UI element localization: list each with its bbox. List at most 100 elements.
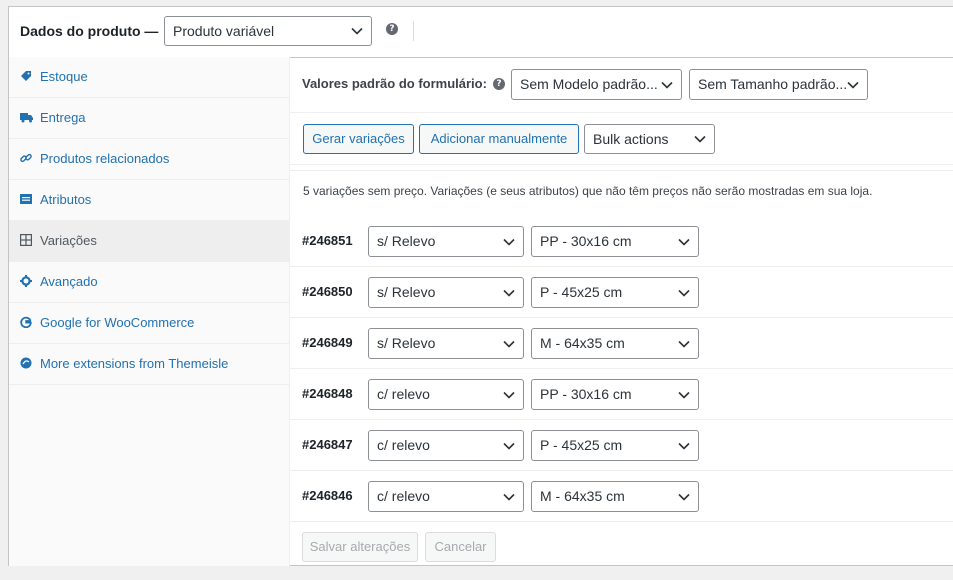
themeisle-icon [20, 357, 32, 369]
no-price-notice: 5 variações sem preço. Variações (e seus… [303, 184, 873, 198]
variation-size-value: M - 64x35 cm [540, 488, 625, 504]
truck-icon [20, 111, 33, 123]
sidebar-item-label: Variações [40, 233, 97, 248]
chevron-down-icon [502, 329, 516, 358]
product-type-select[interactable]: Produto variável [164, 16, 372, 46]
sidebar-item-more-extensions[interactable]: More extensions from Themeisle [9, 344, 289, 385]
chevron-down-icon [846, 70, 860, 99]
chevron-down-icon [677, 329, 691, 358]
chevron-down-icon [502, 380, 516, 409]
header-divider [413, 21, 414, 41]
variation-model-select[interactable]: s/ Relevo [368, 226, 524, 257]
divider [290, 164, 953, 165]
variation-size-value: PP - 30x16 cm [540, 386, 632, 402]
help-icon[interactable]: ? [386, 23, 398, 35]
sidebar-item-label: Avançado [40, 274, 98, 289]
variation-id: #246850 [302, 284, 353, 299]
product-data-header: Dados do produto — Produto variável ? [9, 7, 953, 58]
chevron-down-icon [350, 17, 364, 45]
variation-id: #246847 [302, 437, 353, 452]
divider [290, 521, 953, 522]
sidebar-item-google-for-woocommerce[interactable]: Google for WooCommerce [9, 303, 289, 344]
link-icon [20, 152, 32, 164]
chevron-down-icon [677, 227, 691, 256]
default-values-label: Valores padrão do formulário: [302, 76, 487, 91]
variation-model-value: s/ Relevo [377, 284, 436, 300]
sidebar-item-avancado[interactable]: Avançado [9, 262, 289, 303]
product-data-tabs: Estoque Entrega Produtos relacionados At… [9, 57, 290, 566]
sidebar-item-atributos[interactable]: Atributos [9, 180, 289, 221]
generate-variations-button[interactable]: Gerar variações [303, 124, 414, 154]
save-changes-button[interactable]: Salvar alterações [302, 532, 418, 562]
chevron-down-icon [502, 227, 516, 256]
chevron-down-icon [677, 380, 691, 409]
sidebar-item-variacoes[interactable]: Variações [9, 221, 289, 262]
help-icon[interactable]: ? [493, 78, 505, 90]
default-size-value: Sem Tamanho padrão... [698, 76, 848, 92]
chevron-down-icon [502, 482, 516, 511]
divider [290, 317, 953, 318]
sidebar-item-label: Produtos relacionados [40, 151, 170, 166]
variation-model-value: c/ relevo [377, 488, 430, 504]
variation-id: #246848 [302, 386, 353, 401]
variation-id: #246849 [302, 335, 353, 350]
variation-size-value: P - 45x25 cm [540, 437, 623, 453]
chevron-down-icon [677, 278, 691, 307]
tag-icon [20, 70, 32, 82]
variation-model-value: c/ relevo [377, 386, 430, 402]
sidebar-item-label: More extensions from Themeisle [40, 356, 229, 371]
divider [290, 266, 953, 267]
variations-panel: Valores padrão do formulário: ? Sem Mode… [290, 57, 953, 566]
list-icon [20, 193, 32, 205]
sidebar-item-label: Google for WooCommerce [40, 315, 195, 330]
google-icon [20, 316, 32, 329]
variation-size-select[interactable]: M - 64x35 cm [531, 481, 699, 512]
default-model-select[interactable]: Sem Modelo padrão... [511, 69, 682, 100]
variation-size-select[interactable]: M - 64x35 cm [531, 328, 699, 359]
variation-model-value: s/ Relevo [377, 335, 436, 351]
bulk-actions-value: Bulk actions [593, 131, 669, 147]
grid-icon [20, 234, 33, 247]
variation-size-value: PP - 30x16 cm [540, 233, 632, 249]
variation-model-value: c/ relevo [377, 437, 430, 453]
chevron-down-icon [502, 431, 516, 460]
variation-model-value: s/ Relevo [377, 233, 436, 249]
sidebar-item-produtos-relacionados[interactable]: Produtos relacionados [9, 139, 289, 180]
variation-size-select[interactable]: P - 45x25 cm [531, 277, 699, 308]
chevron-down-icon [693, 125, 707, 153]
variation-model-select[interactable]: s/ Relevo [368, 328, 524, 359]
variation-size-select[interactable]: PP - 30x16 cm [531, 379, 699, 410]
add-manually-button[interactable]: Adicionar manualmente [419, 124, 579, 154]
divider [290, 419, 953, 420]
divider [290, 170, 953, 171]
variation-model-select[interactable]: c/ relevo [368, 481, 524, 512]
product-type-value: Produto variável [173, 23, 275, 39]
chevron-down-icon [502, 278, 516, 307]
product-data-title: Dados do produto — [20, 23, 159, 39]
variation-model-select[interactable]: s/ Relevo [368, 277, 524, 308]
default-size-select[interactable]: Sem Tamanho padrão... [689, 69, 868, 100]
variation-size-select[interactable]: PP - 30x16 cm [531, 226, 699, 257]
sidebar-item-label: Atributos [40, 192, 92, 207]
product-data-panel: Dados do produto — Produto variável ? Es… [8, 6, 953, 566]
chevron-down-icon [660, 70, 674, 99]
divider [290, 470, 953, 471]
cancel-button[interactable]: Cancelar [425, 532, 496, 562]
sidebar-item-label: Estoque [40, 69, 88, 84]
variation-model-select[interactable]: c/ relevo [368, 430, 524, 461]
sidebar-item-entrega[interactable]: Entrega [9, 98, 289, 139]
variation-size-select[interactable]: P - 45x25 cm [531, 430, 699, 461]
bulk-actions-select[interactable]: Bulk actions [584, 124, 715, 154]
variation-id: #246846 [302, 488, 353, 503]
variation-size-value: M - 64x35 cm [540, 335, 625, 351]
variation-model-select[interactable]: c/ relevo [368, 379, 524, 410]
chevron-down-icon [677, 431, 691, 460]
default-model-value: Sem Modelo padrão... [520, 76, 658, 92]
variation-id: #246851 [302, 233, 353, 248]
divider [290, 112, 953, 113]
variation-size-value: P - 45x25 cm [540, 284, 623, 300]
sidebar-item-estoque[interactable]: Estoque [9, 57, 289, 98]
chevron-down-icon [677, 482, 691, 511]
gear-icon [20, 275, 32, 287]
sidebar-item-label: Entrega [40, 110, 86, 125]
